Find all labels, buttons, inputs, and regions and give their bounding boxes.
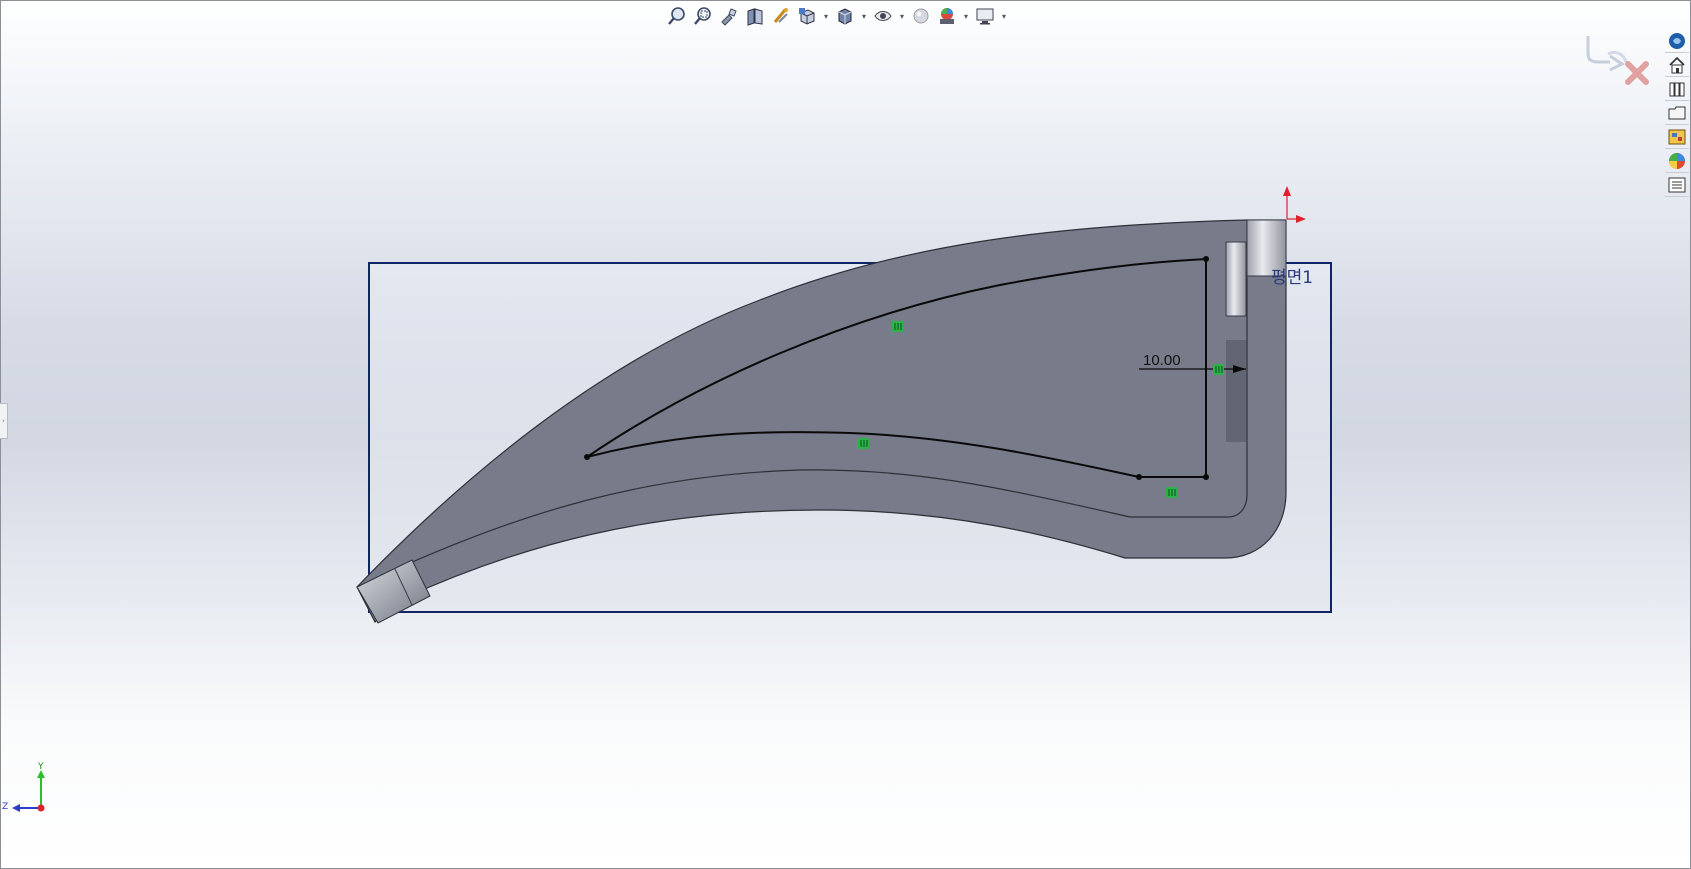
relation-glyph[interactable]	[858, 438, 869, 449]
apply-scene-icon[interactable]	[935, 4, 959, 28]
graphics-area[interactable]: 10.00 평면1	[0, 0, 1691, 869]
appearances-icon[interactable]	[1665, 149, 1689, 173]
heads-up-view-toolbar: ▾ ▾ ▾ ▾ ▾	[665, 2, 1009, 30]
view-palette-icon[interactable]	[1665, 125, 1689, 149]
triad-y-label: Y	[38, 762, 44, 772]
display-style-icon[interactable]	[833, 4, 857, 28]
chevron-down-icon[interactable]: ▾	[961, 4, 971, 28]
relation-glyph[interactable]	[1213, 364, 1224, 375]
hub-slot	[1226, 340, 1246, 442]
exit-sketch-icon[interactable]	[1586, 36, 1628, 72]
reference-triad[interactable]: Y Z	[2, 762, 50, 818]
confirmation-corner	[1582, 32, 1660, 96]
sketch-point[interactable]	[1203, 256, 1209, 262]
chevron-down-icon[interactable]: ▾	[999, 4, 1009, 28]
custom-properties-icon[interactable]	[1665, 173, 1689, 197]
dimension-value[interactable]: 10.00	[1143, 352, 1181, 369]
view-orientation-icon[interactable]	[795, 4, 819, 28]
file-explorer-icon[interactable]	[1665, 101, 1689, 125]
hide-show-items-icon[interactable]	[871, 4, 895, 28]
chevron-down-icon[interactable]: ▾	[897, 4, 907, 28]
relation-glyph[interactable]	[892, 321, 903, 332]
relation-glyph[interactable]	[1166, 487, 1177, 498]
zoom-to-area-icon[interactable]	[691, 4, 715, 28]
chevron-down-icon[interactable]: ▾	[821, 4, 831, 28]
section-view-icon[interactable]	[743, 4, 767, 28]
sketch-point[interactable]	[1203, 474, 1209, 480]
edit-appearance-icon[interactable]	[909, 4, 933, 28]
zoom-to-fit-icon[interactable]	[665, 4, 689, 28]
cancel-icon[interactable]	[1625, 61, 1649, 85]
sketch-origin[interactable]	[1283, 186, 1306, 223]
design-library-icon[interactable]	[1665, 77, 1689, 101]
view-settings-icon[interactable]	[973, 4, 997, 28]
chevron-down-icon[interactable]: ▾	[859, 4, 869, 28]
dynamic-annotation-icon[interactable]	[769, 4, 793, 28]
hub-boss[interactable]	[1225, 241, 1247, 317]
task-pane-tabs	[1663, 29, 1691, 197]
previous-view-icon[interactable]	[717, 4, 741, 28]
plane-label[interactable]: 평면1	[1271, 268, 1313, 288]
triad-z-label: Z	[2, 802, 9, 812]
home-icon[interactable]	[1665, 53, 1689, 77]
solidworks-resources-icon[interactable]	[1665, 29, 1689, 53]
sketch-point[interactable]	[584, 454, 590, 460]
feature-manager-collapse-handle[interactable]: ›	[0, 403, 8, 439]
sketch-point[interactable]	[1136, 474, 1142, 480]
